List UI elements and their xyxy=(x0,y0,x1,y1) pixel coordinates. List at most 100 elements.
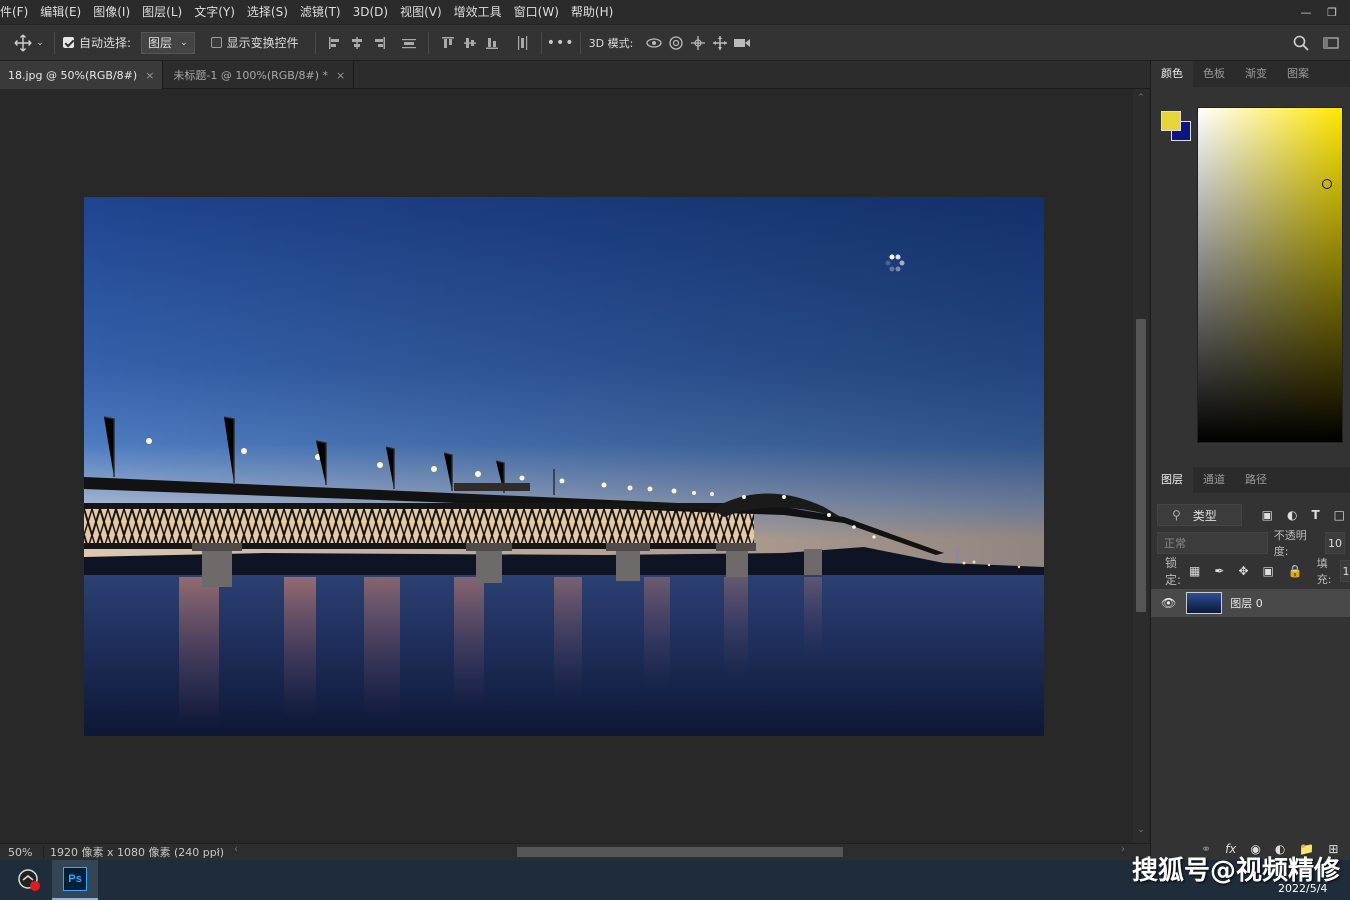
minimize-icon[interactable]: — xyxy=(1296,3,1316,21)
status-menu-arrow[interactable]: › xyxy=(216,844,220,857)
tab-document-18jpg[interactable]: 18.jpg @ 50%(RGB/8#) × xyxy=(0,61,164,89)
filter-shape-icon[interactable]: □ xyxy=(1334,508,1345,522)
close-icon[interactable]: × xyxy=(145,69,154,82)
bridge-night-photo xyxy=(84,197,1044,736)
status-bar: 50% 1920 像素 x 1080 像素 (240 ppi) › ‹ › xyxy=(0,843,1150,860)
3d-camera-icon[interactable] xyxy=(731,32,753,54)
tab-layers[interactable]: 图层 xyxy=(1151,467,1193,493)
vertical-scrollbar[interactable]: ⌃ ⌄ xyxy=(1133,89,1149,843)
align-top-icon[interactable] xyxy=(437,32,459,54)
distribute-icon[interactable] xyxy=(398,32,420,54)
lock-paint-icon[interactable]: ✒ xyxy=(1214,564,1224,578)
more-options-icon[interactable]: ••• xyxy=(547,32,574,54)
align-middle-v-icon[interactable] xyxy=(459,32,481,54)
3d-pan-icon[interactable] xyxy=(687,32,709,54)
document-tabs: 18.jpg @ 50%(RGB/8#) × 未标题-1 @ 100%(RGB/… xyxy=(0,61,1150,89)
lock-artboard-icon[interactable]: ▣ xyxy=(1263,564,1274,578)
menu-3d[interactable]: 3D(D) xyxy=(347,0,394,24)
3d-mode-label: 3D 模式: xyxy=(588,36,634,50)
show-transform-checkbox[interactable]: 显示变换控件 xyxy=(210,34,299,51)
align-center-h-icon[interactable] xyxy=(346,32,368,54)
opacity-input[interactable]: 10 xyxy=(1325,532,1345,554)
tab-color[interactable]: 颜色 xyxy=(1151,61,1193,87)
recorder-icon xyxy=(18,869,40,891)
tab-document-untitled[interactable]: 未标题-1 @ 100%(RGB/8#) * × xyxy=(163,61,355,89)
lock-move-icon[interactable]: ✥ xyxy=(1238,564,1248,578)
tab-patterns[interactable]: 图案 xyxy=(1277,61,1319,87)
menu-plugins[interactable]: 增效工具 xyxy=(448,0,508,24)
auto-select-label: 自动选择: xyxy=(79,36,132,50)
workspace-icon[interactable] xyxy=(1320,32,1342,54)
search-icon[interactable] xyxy=(1290,32,1312,54)
taskbar-app-recorder[interactable] xyxy=(6,860,52,900)
blend-mode-select[interactable]: 正常 xyxy=(1157,532,1268,554)
menu-filter[interactable]: 滤镜(T) xyxy=(294,0,347,24)
3d-roll-icon[interactable] xyxy=(665,32,687,54)
color-panel-tabs: 颜色 色板 渐变 图案 xyxy=(1151,61,1350,87)
color-picker-field[interactable] xyxy=(1197,107,1343,443)
lock-all-icon[interactable]: 🔒 xyxy=(1288,564,1303,578)
scroll-left-icon[interactable]: ‹ xyxy=(234,844,238,855)
align-left-icon[interactable] xyxy=(324,32,346,54)
align-right-icon[interactable] xyxy=(368,32,390,54)
menu-view[interactable]: 视图(V) xyxy=(394,0,448,24)
chevron-down-icon[interactable]: ⌄ xyxy=(34,32,46,54)
3d-slide-icon[interactable] xyxy=(709,32,731,54)
close-icon[interactable]: × xyxy=(336,69,345,82)
layer-filter-select[interactable]: ⚲ 类型 xyxy=(1157,504,1242,526)
tab-channels[interactable]: 通道 xyxy=(1193,467,1235,493)
menu-select[interactable]: 选择(S) xyxy=(241,0,294,24)
tab-gradients[interactable]: 渐变 xyxy=(1235,61,1277,87)
options-bar: ⌄ 自动选择: 图层 ⌄ 显示变换控件 ••• 3D 模式: xyxy=(0,24,1350,61)
menu-help[interactable]: 帮助(H) xyxy=(565,0,619,24)
horizontal-scrollbar[interactable]: › ‹ › xyxy=(216,844,1127,858)
photoshop-icon: Ps xyxy=(63,867,87,891)
menu-edit[interactable]: 编辑(E) xyxy=(34,0,87,24)
menu-file[interactable]: 件(F) xyxy=(0,0,34,24)
tray-date: 2022/5/4 xyxy=(1278,882,1328,895)
auto-select-checkbox[interactable]: 自动选择: xyxy=(63,34,131,51)
scroll-right-icon[interactable]: › xyxy=(1121,844,1125,855)
tab-paths[interactable]: 路径 xyxy=(1235,467,1277,493)
menu-layer[interactable]: 图层(L) xyxy=(136,0,188,24)
scroll-up-icon[interactable]: ⌃ xyxy=(1136,93,1146,103)
layers-panel-tabs: 图层 通道 路径 xyxy=(1151,467,1350,493)
taskbar-app-photoshop[interactable]: Ps xyxy=(52,860,98,900)
layer-name[interactable]: 图层 0 xyxy=(1230,595,1263,611)
move-tool-icon[interactable] xyxy=(12,32,34,54)
3d-orbit-icon[interactable] xyxy=(643,32,665,54)
chevron-down-icon: ⌄ xyxy=(180,37,188,48)
color-picker-cursor[interactable] xyxy=(1322,179,1332,189)
menu-type[interactable]: 文字(Y) xyxy=(188,0,241,24)
zoom-level[interactable]: 50% xyxy=(0,845,44,859)
filter-pixel-icon[interactable]: ▣ xyxy=(1262,508,1273,522)
filter-type-icon[interactable]: T xyxy=(1311,508,1319,522)
scroll-thumb[interactable] xyxy=(517,847,843,857)
menu-image[interactable]: 图像(I) xyxy=(87,0,136,24)
fill-input[interactable]: 10 xyxy=(1339,560,1350,582)
auto-select-dropdown[interactable]: 图层 ⌄ xyxy=(141,31,195,54)
lock-transparent-icon[interactable]: ▦ xyxy=(1189,564,1200,578)
visibility-eye-icon[interactable]: 👁 xyxy=(1161,596,1176,610)
search-icon: ⚲ xyxy=(1172,508,1181,522)
tab-swatches[interactable]: 色板 xyxy=(1193,61,1235,87)
restore-icon[interactable]: ❐ xyxy=(1322,3,1342,21)
layer-row[interactable]: 👁 图层 0 xyxy=(1151,589,1350,617)
checkbox-icon[interactable] xyxy=(210,37,222,48)
scroll-down-icon[interactable]: ⌄ xyxy=(1136,825,1146,835)
layers-panel: 图层 通道 路径 ⚲ 类型 ▣ ◐ T □ 正常 不透明度: 10 锁定: ▦ … xyxy=(1151,467,1350,860)
checkbox-checked-icon[interactable] xyxy=(63,37,74,48)
divider xyxy=(427,31,429,54)
align-bottom-icon[interactable] xyxy=(481,32,503,54)
foreground-color-swatch[interactable] xyxy=(1161,111,1181,131)
menu-window[interactable]: 窗口(W) xyxy=(508,0,565,24)
distribute-v-icon[interactable] xyxy=(511,32,533,54)
divider xyxy=(314,31,316,54)
scroll-thumb[interactable] xyxy=(1136,319,1146,612)
document-canvas-image[interactable] xyxy=(84,197,1044,736)
tab-label: 未标题-1 @ 100%(RGB/8#) * xyxy=(173,69,329,82)
blend-row: 正常 不透明度: 10 xyxy=(1151,529,1350,558)
filter-adjustment-icon[interactable]: ◐ xyxy=(1287,508,1297,522)
show-transform-label: 显示变换控件 xyxy=(226,36,299,50)
opacity-label: 不透明度: xyxy=(1273,529,1307,558)
